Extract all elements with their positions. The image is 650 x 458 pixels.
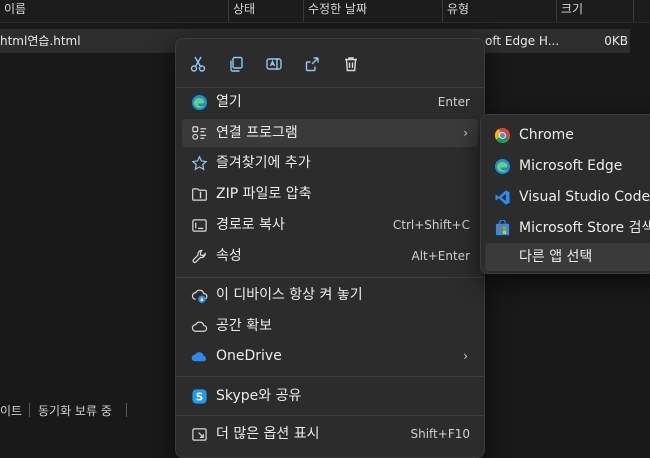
menu-item-label: 경로로 복사	[216, 217, 285, 233]
star-icon	[190, 154, 208, 172]
copy-button[interactable]	[223, 51, 249, 77]
more-options-icon	[190, 425, 208, 443]
column-status-label: 상태	[233, 2, 256, 16]
submenu-item-vscode[interactable]: Visual Studio Code	[485, 183, 650, 211]
scissors-icon	[190, 56, 206, 72]
menu-item-copy-path[interactable]: 경로로 복사 Ctrl+Shift+C	[182, 211, 478, 239]
share-button[interactable]	[300, 51, 326, 77]
chevron-right-icon: ›	[463, 349, 468, 363]
chevron-right-icon: ›	[463, 126, 468, 140]
menu-divider	[176, 376, 484, 377]
column-name[interactable]: 이름	[0, 0, 228, 22]
status-item-count: 이트	[0, 404, 23, 418]
path-icon	[190, 216, 208, 234]
delete-button[interactable]	[338, 51, 364, 77]
status-separator	[126, 403, 127, 417]
menu-item-label: ZIP 파일로 압축	[216, 186, 312, 202]
menu-item-shortcut: Alt+Enter	[411, 249, 470, 263]
cut-button[interactable]	[185, 51, 211, 77]
zip-folder-icon	[190, 185, 208, 203]
menu-item-onedrive[interactable]: OneDrive ›	[182, 342, 478, 370]
menu-item-label: 이 디바이스 항상 켜 놓기	[216, 287, 363, 303]
submenu-item-label: Microsoft Edge	[519, 158, 623, 174]
menu-item-shortcut: Enter	[437, 95, 470, 109]
submenu-item-label: Visual Studio Code	[519, 189, 650, 205]
menu-item-more-options[interactable]: 더 많은 옵션 표시 Shift+F10	[182, 420, 478, 448]
menu-item-shortcut: Shift+F10	[410, 427, 470, 441]
trash-icon	[345, 57, 357, 72]
menu-item-shortcut: Ctrl+Shift+C	[392, 218, 470, 232]
column-size[interactable]: 크기	[557, 0, 633, 22]
column-header: 이름 상태 수정한 날짜 유형 크기	[0, 0, 650, 23]
skype-icon: S	[190, 387, 208, 405]
menu-item-label: OneDrive	[216, 348, 282, 364]
context-menu: 열기 Enter 연결 프로그램 › 즐겨찾기에 추가 ZIP 파일로 압축 경…	[175, 38, 485, 458]
open-with-submenu: Chrome Microsoft Edge Visual Studio Code…	[480, 114, 650, 274]
menu-item-label: Skype와 공유	[216, 388, 302, 404]
edge-icon	[190, 93, 208, 111]
submenu-item-chrome[interactable]: Chrome	[485, 121, 650, 149]
submenu-item-choose-app[interactable]: 다른 앱 선택	[485, 243, 650, 271]
open-with-icon	[190, 124, 208, 142]
submenu-item-edge[interactable]: Microsoft Edge	[485, 152, 650, 180]
svg-text:S: S	[195, 391, 202, 403]
column-status[interactable]: 상태	[229, 0, 303, 22]
cloud-icon	[190, 317, 208, 335]
menu-item-label: 속성	[216, 248, 242, 264]
menu-item-properties[interactable]: 속성 Alt+Enter	[182, 242, 478, 270]
status-sync: 동기화 보류 중	[38, 404, 112, 418]
column-date-label: 수정한 날짜	[308, 2, 368, 16]
column-type-label: 유형	[447, 2, 470, 16]
menu-divider	[176, 277, 484, 278]
column-type[interactable]: 유형	[443, 0, 556, 22]
menu-item-label: 더 많은 옵션 표시	[216, 426, 320, 442]
file-name: html연습.html	[0, 34, 81, 48]
menu-item-label: 즐겨찾기에 추가	[216, 155, 311, 171]
file-type: oft Edge H...	[485, 34, 560, 48]
menu-item-open-with[interactable]: 연결 프로그램 ›	[182, 119, 478, 147]
menu-item-open[interactable]: 열기 Enter	[182, 88, 478, 116]
submenu-item-label: Microsoft Store 검색	[519, 220, 650, 236]
chrome-icon	[493, 126, 511, 144]
menu-item-label: 열기	[216, 94, 242, 110]
submenu-item-store-search[interactable]: Microsoft Store 검색	[485, 214, 650, 242]
share-icon	[305, 57, 319, 72]
menu-item-label: 공간 확보	[216, 318, 272, 334]
menu-item-keep-on-device[interactable]: 이 디바이스 항상 켜 놓기	[182, 281, 478, 309]
file-size: 0KB	[604, 34, 628, 48]
menu-item-free-space[interactable]: 공간 확보	[182, 312, 478, 340]
column-separator[interactable]	[633, 0, 634, 22]
edge-icon	[493, 157, 511, 175]
onedrive-icon	[190, 347, 208, 365]
microsoft-store-icon	[493, 219, 511, 237]
wrench-icon	[190, 247, 208, 265]
column-size-label: 크기	[561, 2, 584, 16]
submenu-item-label: Chrome	[519, 127, 574, 143]
rename-icon	[266, 58, 282, 70]
menu-divider	[176, 415, 484, 416]
rename-button[interactable]	[261, 51, 287, 77]
column-date[interactable]: 수정한 날짜	[304, 0, 442, 22]
copy-icon	[230, 56, 243, 72]
menu-item-zip[interactable]: ZIP 파일로 압축	[182, 180, 478, 208]
menu-item-skype-share[interactable]: S Skype와 공유	[182, 382, 478, 410]
menu-item-label: 연결 프로그램	[216, 125, 298, 141]
submenu-item-label: 다른 앱 선택	[519, 249, 593, 265]
status-separator	[29, 403, 30, 417]
column-name-label: 이름	[4, 2, 27, 16]
menu-item-add-favorites[interactable]: 즐겨찾기에 추가	[182, 149, 478, 177]
cloud-download-icon	[190, 286, 208, 304]
vscode-icon	[493, 188, 511, 206]
